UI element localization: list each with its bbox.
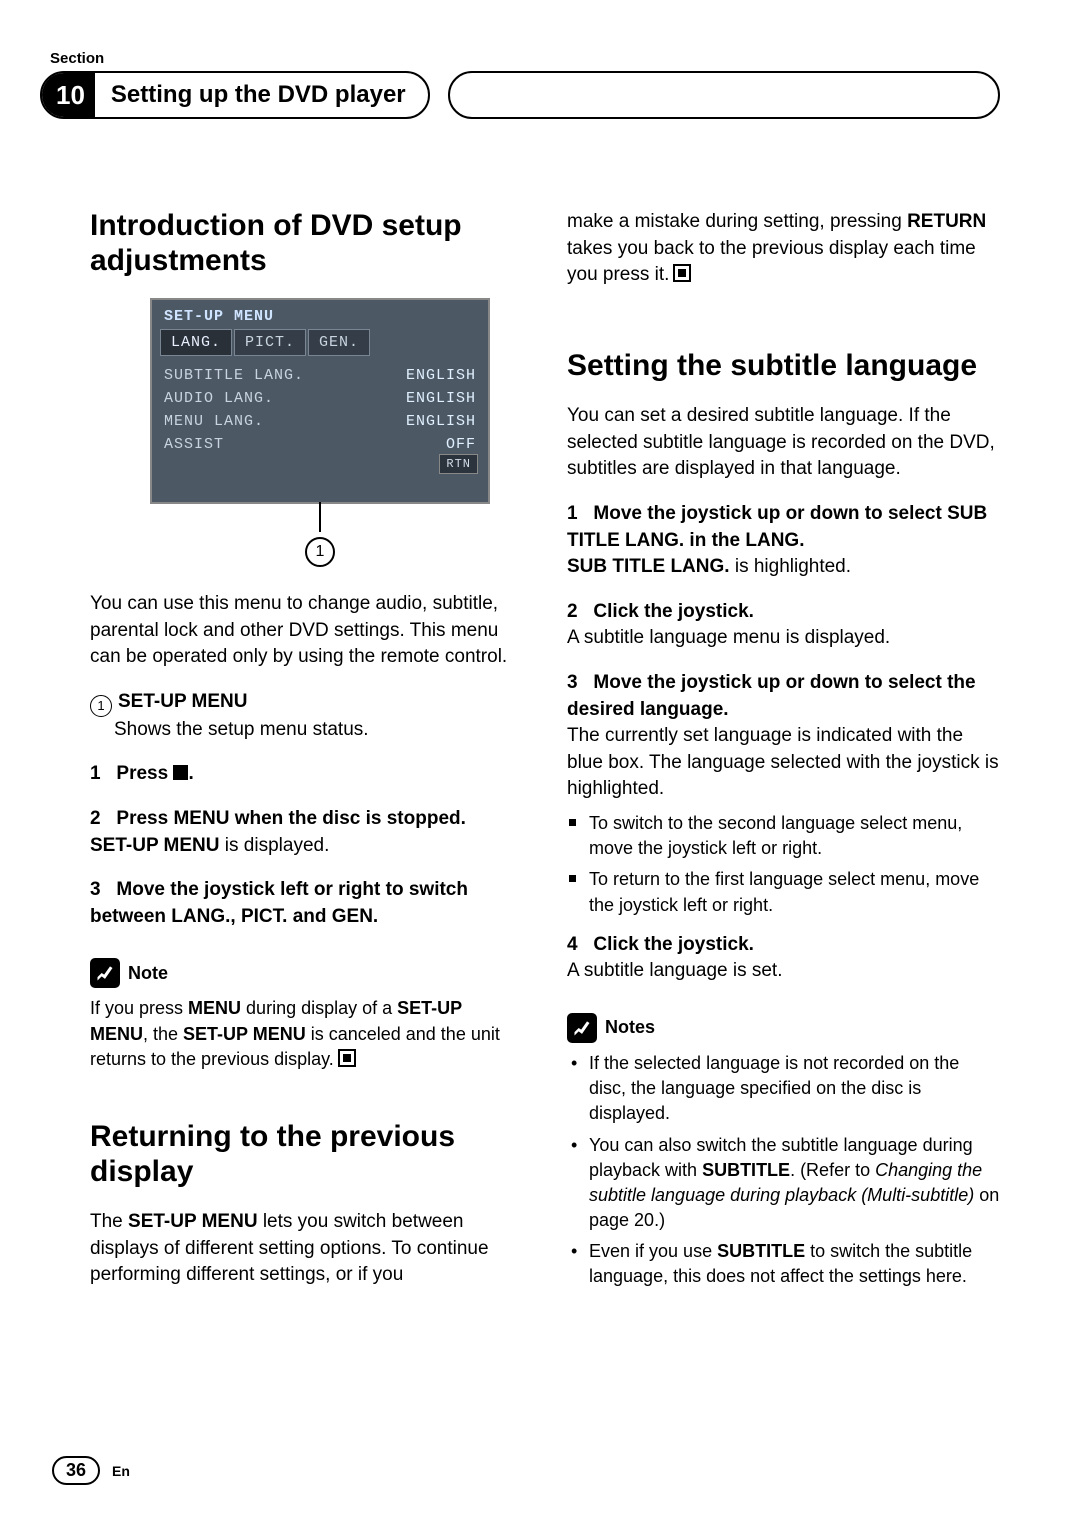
menu-row-value: OFF — [446, 436, 476, 453]
page-number: 36 — [52, 1456, 100, 1485]
note-icon — [567, 1013, 597, 1043]
section-number: 10 — [42, 71, 95, 119]
step-number: 2 — [567, 601, 578, 622]
list-item: Even if you use SUBTITLE to switch the s… — [567, 1239, 1000, 1289]
heading-intro: Introduction of DVD setup adjustments — [90, 209, 523, 278]
menu-tab-gen: GEN. — [308, 329, 370, 356]
step-result: is highlighted. — [730, 556, 851, 577]
step-number: 1 — [567, 503, 578, 524]
list-item: If the selected language is not recorded… — [567, 1051, 1000, 1127]
step-text: Press MENU when the disc is stopped. — [116, 808, 465, 829]
step-result: A subtitle language menu is displayed. — [567, 627, 890, 648]
step-result: is displayed. — [220, 835, 330, 856]
heading-return: Returning to the previous display — [90, 1120, 523, 1189]
note-text: If you press MENU during display of a SE… — [90, 996, 523, 1072]
return-paragraph: The SET-UP MENU lets you switch between … — [90, 1209, 523, 1289]
menu-tab-lang: LANG. — [160, 329, 232, 356]
setup-menu-desc: Shows the setup menu status. — [114, 719, 369, 740]
stop-icon — [173, 765, 188, 780]
right-column: make a mistake during setting, pressing … — [567, 209, 1000, 1307]
step-text: Move the joystick left or right to switc… — [90, 879, 468, 927]
callout-ref-icon: 1 — [90, 695, 112, 717]
subtitle-intro: You can set a desired subtitle language.… — [567, 403, 1000, 483]
empty-header-pill — [448, 71, 1000, 119]
callout-number: 1 — [305, 537, 335, 567]
setup-menu-label: SET-UP MENU — [118, 691, 248, 712]
section-badge: 10 Setting up the DVD player — [40, 71, 430, 119]
step-text: Click the joystick. — [593, 601, 754, 622]
return-continued: make a mistake during setting, pressing … — [567, 209, 1000, 289]
step-text: Press — [116, 763, 173, 784]
setup-menu-figure: SET-UP MENU LANG. PICT. GEN. SUBTITLE LA… — [150, 298, 490, 567]
step-text: Move the joystick up or down to select S… — [567, 503, 987, 551]
menu-tab-pict: PICT. — [234, 329, 306, 356]
step-number: 4 — [567, 934, 578, 955]
language-code: En — [112, 1463, 130, 1479]
page-footer: 36 En — [52, 1456, 130, 1485]
menu-row-value: ENGLISH — [406, 390, 476, 407]
step-number: 3 — [567, 672, 578, 693]
callout-stem — [319, 502, 321, 532]
notes-label: Notes — [605, 1017, 655, 1038]
end-mark-icon — [673, 264, 691, 282]
menu-title: SET-UP MENU — [152, 300, 488, 329]
list-item: To return to the first language select m… — [567, 867, 1000, 917]
list-item: To switch to the second language select … — [567, 811, 1000, 861]
step-number: 3 — [90, 879, 101, 900]
step-tail: . — [188, 763, 193, 784]
menu-row-label: MENU LANG. — [164, 413, 264, 430]
intro-paragraph: You can use this menu to change audio, s… — [90, 591, 523, 671]
notes-list: If the selected language is not recorded… — [567, 1051, 1000, 1290]
note-label: Note — [128, 963, 168, 984]
step-number: 2 — [90, 808, 101, 829]
step-text: Click the joystick. — [593, 934, 754, 955]
note-icon — [90, 958, 120, 988]
section-label: Section — [50, 50, 1000, 67]
menu-row-value: ENGLISH — [406, 413, 476, 430]
section-header: 10 Setting up the DVD player — [40, 71, 1000, 119]
menu-row-label: SUBTITLE LANG. — [164, 367, 304, 384]
step-result-bold: SET-UP MENU — [90, 835, 220, 856]
step-result: A subtitle language is set. — [567, 960, 782, 981]
left-column: Introduction of DVD setup adjustments SE… — [90, 209, 523, 1307]
list-item: You can also switch the subtitle languag… — [567, 1133, 1000, 1234]
menu-row-label: ASSIST — [164, 436, 224, 453]
step-number: 1 — [90, 763, 101, 784]
end-mark-icon — [338, 1049, 356, 1067]
rtn-badge: RTN — [439, 454, 478, 474]
step-desc: The currently set language is indicated … — [567, 725, 999, 799]
step-result-bold: SUB TITLE LANG. — [567, 556, 730, 577]
heading-subtitle: Setting the subtitle language — [567, 349, 1000, 384]
menu-row-value: ENGLISH — [406, 367, 476, 384]
step-text: Move the joystick up or down to select t… — [567, 672, 976, 720]
section-title: Setting up the DVD player — [95, 81, 406, 109]
step3-sublist: To switch to the second language select … — [567, 811, 1000, 918]
menu-row-label: AUDIO LANG. — [164, 390, 274, 407]
